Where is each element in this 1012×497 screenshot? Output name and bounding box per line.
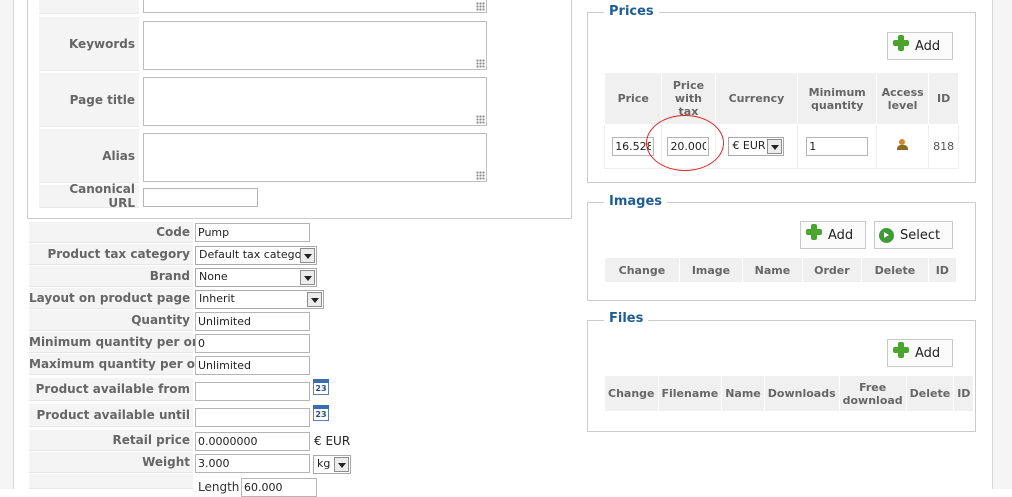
- col-header: Order: [801, 257, 863, 283]
- add-price-button[interactable]: Add: [887, 32, 953, 60]
- max-qty-input[interactable]: [195, 356, 310, 375]
- brand-select[interactable]: None: [195, 268, 317, 287]
- col-header: ID: [928, 72, 959, 125]
- col-header: Currency: [714, 72, 799, 125]
- max-qty-label: Maximum quantity per order: [29, 354, 224, 375]
- alias-label: Alias: [39, 129, 139, 183]
- code-label: Code: [29, 222, 193, 243]
- keywords-textarea[interactable]: [143, 21, 487, 70]
- weight-unit-select[interactable]: kg: [313, 455, 351, 474]
- length-input[interactable]: [241, 478, 317, 497]
- length-label: Length: [198, 480, 240, 494]
- images-panel: [587, 202, 976, 301]
- quantity-input[interactable]: [195, 312, 310, 331]
- description-label-cell: [39, 0, 139, 14]
- retail-price-currency: € EUR: [314, 434, 351, 448]
- retail-price-input[interactable]: [195, 432, 310, 451]
- col-header: Delete: [905, 375, 955, 412]
- col-header: ID: [927, 257, 958, 283]
- resize-grip-icon[interactable]: [476, 171, 485, 180]
- layout-label: Layout on product page: [29, 288, 193, 309]
- code-input[interactable]: [195, 223, 310, 242]
- images-table: Change Image Name Order Delete ID: [604, 257, 958, 283]
- price-currency-select[interactable]: € EUR: [728, 137, 785, 156]
- images-legend: Images: [604, 194, 668, 209]
- available-from-input[interactable]: [195, 382, 310, 401]
- price-with-tax-input[interactable]: [667, 137, 710, 156]
- page-title-label: Page title: [39, 73, 139, 127]
- price-input[interactable]: [612, 137, 655, 156]
- min-qty-input[interactable]: [195, 334, 310, 353]
- prices-table: Price Price with tax Currency Minimum qu…: [603, 72, 959, 169]
- col-header: Price with tax: [661, 72, 716, 125]
- access-level-icon[interactable]: [896, 139, 910, 151]
- min-qty-label: Minimum quantity per order: [29, 332, 220, 353]
- col-header: Name: [721, 375, 765, 412]
- col-header: Change: [604, 375, 659, 412]
- tax-category-select[interactable]: Default tax category: [195, 246, 317, 265]
- canonical-url-label: Canonical URL: [39, 182, 139, 210]
- price-min-qty-input[interactable]: [806, 137, 869, 156]
- price-id: 818: [928, 124, 959, 169]
- available-until-label: Product available until: [29, 404, 193, 427]
- select-image-button[interactable]: Select: [874, 221, 953, 249]
- plus-icon: [805, 223, 823, 241]
- files-table: Change Filename Name Downloads Free down…: [604, 375, 975, 412]
- plus-icon: [892, 341, 910, 359]
- resize-grip-icon[interactable]: [476, 115, 485, 124]
- weight-input[interactable]: [195, 454, 310, 473]
- col-header: Downloads: [763, 375, 840, 412]
- table-row: € EUR 818: [603, 124, 959, 169]
- add-file-button[interactable]: Add: [887, 339, 953, 367]
- col-header: Filename: [657, 375, 723, 412]
- left-frame: [0, 0, 14, 489]
- quantity-label: Quantity: [29, 310, 193, 331]
- col-header: Price: [603, 72, 663, 125]
- plus-icon: [892, 34, 910, 52]
- col-header: Delete: [861, 257, 929, 283]
- right-frame: [992, 0, 1012, 489]
- files-legend: Files: [604, 311, 649, 326]
- retail-price-label: Retail price: [29, 430, 193, 451]
- chevron-down-icon[interactable]: [767, 139, 783, 154]
- calendar-icon[interactable]: 23: [313, 379, 329, 395]
- col-header: ID: [953, 375, 975, 412]
- keywords-label: Keywords: [39, 17, 139, 71]
- alias-textarea[interactable]: [143, 133, 487, 182]
- tax-category-label: Product tax category: [29, 244, 193, 265]
- add-image-button[interactable]: Add: [800, 221, 866, 249]
- chevron-down-icon[interactable]: [334, 457, 349, 472]
- calendar-icon[interactable]: 23: [313, 405, 329, 421]
- available-until-input[interactable]: [195, 408, 310, 427]
- col-header: Free download: [838, 375, 907, 412]
- page-title-textarea[interactable]: [143, 77, 487, 126]
- col-header: Change: [604, 257, 680, 283]
- dimensions-label-cell: [29, 474, 193, 489]
- canonical-url-input[interactable]: [143, 188, 258, 207]
- col-header: Name: [742, 257, 803, 283]
- resize-grip-icon[interactable]: [476, 2, 485, 11]
- arrow-right-icon: [879, 227, 894, 243]
- brand-label: Brand: [29, 266, 193, 287]
- col-header: Image: [678, 257, 744, 283]
- description-textarea[interactable]: [143, 0, 487, 13]
- chevron-down-icon[interactable]: [300, 248, 315, 263]
- chevron-down-icon[interactable]: [300, 270, 315, 285]
- resize-grip-icon[interactable]: [476, 59, 485, 68]
- prices-legend: Prices: [604, 4, 659, 19]
- available-from-label: Product available from: [29, 378, 193, 401]
- chevron-down-icon[interactable]: [307, 292, 322, 307]
- col-header: Minimum quantity: [797, 72, 878, 125]
- layout-select[interactable]: Inherit: [195, 290, 324, 309]
- weight-label: Weight: [29, 452, 193, 473]
- col-header: Access level: [876, 72, 930, 125]
